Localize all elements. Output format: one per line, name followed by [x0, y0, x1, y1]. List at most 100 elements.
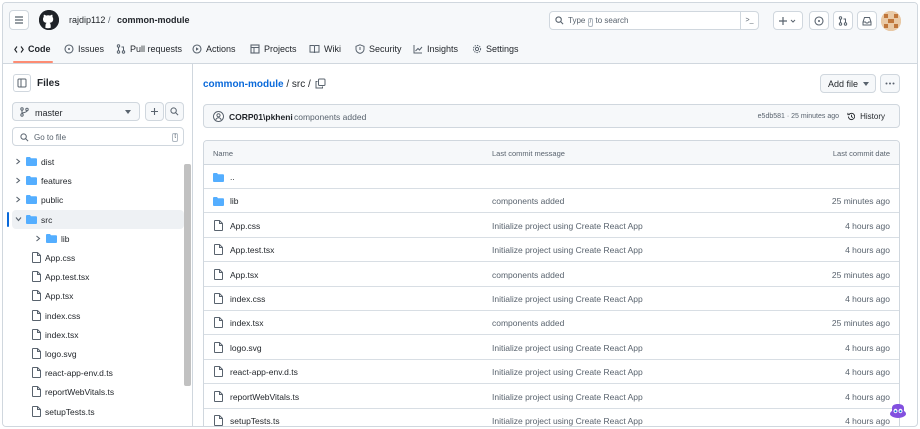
commit-message-link[interactable]: components added [492, 318, 564, 328]
tab-code[interactable]: Code [14, 44, 51, 54]
copy-path-icon[interactable] [315, 78, 326, 89]
tree-file[interactable]: reportWebVitals.ts [12, 382, 184, 401]
table-row[interactable]: reportWebVitals.ts Initialize project usi… [204, 385, 899, 409]
file-name-link[interactable]: logo.svg [230, 343, 262, 353]
inbox-icon[interactable] [857, 11, 877, 30]
chevron-right-icon[interactable] [15, 158, 21, 165]
file-name-link[interactable]: index.css [230, 294, 265, 304]
file-icon [214, 366, 223, 378]
table-row[interactable]: logo.svg Initialize project using Create … [204, 336, 899, 360]
user-avatar[interactable] [881, 11, 901, 31]
tree-folder-features[interactable]: features [12, 171, 184, 190]
branch-selector[interactable]: master [12, 102, 140, 121]
file-name-link[interactable]: App.tsx [230, 270, 258, 280]
add-file-icon[interactable] [145, 102, 164, 121]
tree-file[interactable]: logo.svg [12, 344, 184, 363]
commit-author[interactable]: CORP01\pkheni [229, 112, 293, 122]
tab-code-label: Code [28, 44, 51, 54]
tree-item-label: index.tsx [45, 329, 79, 340]
chevron-right-icon[interactable] [15, 177, 21, 184]
commit-message-link[interactable]: Initialize project using Create React Ap… [492, 392, 643, 402]
table-row[interactable]: App.css Initialize project using Create R… [204, 214, 899, 238]
file-name-link[interactable]: App.test.tsx [230, 245, 274, 255]
repo-owner-link[interactable]: rajdip112 [69, 15, 105, 25]
command-palette-button[interactable]: >_ [740, 12, 758, 29]
file-name-link[interactable]: lib [230, 196, 239, 206]
chevron-right-icon[interactable] [15, 196, 21, 203]
table-row[interactable]: lib components added 25 minutes ago [204, 189, 899, 214]
file-name-link[interactable]: setupTests.ts [230, 416, 280, 426]
table-row[interactable]: .. [204, 165, 899, 189]
tree-folder-src[interactable]: src [7, 209, 184, 229]
chevron-right-icon[interactable] [35, 235, 41, 242]
file-name-link[interactable]: react-app-env.d.ts [230, 367, 298, 377]
tab-projects[interactable]: Projects [250, 44, 297, 54]
commit-hash-time[interactable]: e5db581 · 25 minutes ago [758, 113, 839, 120]
tree-file[interactable]: App.test.tsx [12, 267, 184, 286]
tab-issues[interactable]: Issues [64, 44, 104, 54]
tree-file[interactable]: index.tsx [12, 325, 184, 344]
tree-item-label: reportWebVitals.ts [45, 387, 115, 398]
tree-file[interactable]: index.css [12, 306, 184, 325]
commit-message-link[interactable]: components added [492, 270, 564, 280]
files-heading: Files [37, 78, 60, 89]
tree-file[interactable]: App.tsx [12, 286, 184, 305]
file-name-link[interactable]: index.tsx [230, 318, 264, 328]
file-name-link[interactable]: .. [230, 172, 235, 182]
file-name-link[interactable]: reportWebVitals.ts [230, 392, 299, 402]
user-avatar-icon[interactable] [213, 111, 224, 122]
commit-message-link[interactable]: components added [492, 196, 564, 206]
tree-folder-public[interactable]: public [12, 190, 184, 209]
issues-header-icon[interactable] [809, 11, 829, 30]
tab-wiki[interactable]: Wiki [309, 44, 341, 54]
commit-message-link[interactable]: Initialize project using Create React Ap… [492, 416, 643, 426]
go-to-file-input[interactable]: Go to file t [12, 127, 184, 146]
table-row[interactable]: setupTests.ts Initialize project using Cr… [204, 409, 899, 426]
tree-file[interactable]: react-app-env.d.ts [12, 363, 184, 382]
search-placeholder-prefix: Type [568, 16, 586, 25]
history-link[interactable]: History [860, 112, 885, 121]
branch-name: master [35, 108, 63, 118]
go-to-file-shortcut: t [172, 133, 178, 142]
repo-name-link[interactable]: common-module [117, 15, 190, 25]
sidebar-collapse-icon[interactable] [13, 74, 31, 92]
menu-icon[interactable] [9, 10, 29, 30]
commit-message-link[interactable]: Initialize project using Create React Ap… [492, 294, 643, 304]
add-file-button[interactable]: Add file [820, 74, 876, 93]
commit-message[interactable]: components added [294, 112, 366, 122]
tree-item-label: App.css [45, 253, 76, 263]
table-row[interactable]: index.css Initialize project using Create… [204, 287, 899, 311]
table-row[interactable]: index.tsx components added 25 minutes ago [204, 311, 899, 336]
table-row[interactable]: react-app-env.d.ts Initialize project usi… [204, 360, 899, 385]
commit-date: 25 minutes ago [831, 318, 890, 329]
tree-item-label: react-app-env.d.ts [45, 368, 113, 379]
tab-pull-requests[interactable]: Pull requests [116, 44, 182, 54]
commit-message-link[interactable]: Initialize project using Create React Ap… [492, 367, 643, 377]
commit-message-link[interactable]: Initialize project using Create React Ap… [492, 343, 643, 353]
copilot-icon[interactable] [887, 400, 909, 422]
chevron-down-icon[interactable] [15, 216, 22, 222]
github-logo-icon[interactable] [39, 10, 59, 30]
commit-message-link[interactable]: Initialize project using Create React Ap… [492, 245, 643, 255]
file-name-link[interactable]: App.css [230, 221, 260, 231]
create-new-button[interactable] [773, 11, 803, 30]
sidebar-scrollbar[interactable] [184, 164, 191, 386]
tab-settings[interactable]: Settings [472, 44, 519, 54]
tab-actions[interactable]: Actions [192, 44, 236, 54]
more-options-icon[interactable] [880, 74, 900, 93]
table-row[interactable]: App.tsx components added 25 minutes ago [204, 263, 899, 287]
table-row[interactable]: App.test.tsx Initialize project using Cre… [204, 238, 899, 263]
commit-message-link[interactable]: Initialize project using Create React Ap… [492, 221, 643, 231]
tree-folder-lib[interactable]: lib [12, 229, 184, 248]
search-files-icon[interactable] [165, 102, 184, 121]
breadcrumb-repo-link[interactable]: common-module [203, 79, 284, 90]
tab-security[interactable]: Security [355, 44, 402, 54]
tab-insights[interactable]: Insights [413, 44, 458, 54]
tree-folder-dist[interactable]: dist [12, 152, 184, 171]
tree-file[interactable]: setupTests.ts [12, 402, 184, 421]
pull-requests-header-icon[interactable] [833, 11, 853, 30]
commit-date: 25 minutes ago [831, 269, 890, 280]
global-search-input[interactable]: Type / to search >_ [549, 11, 759, 30]
tree-file[interactable]: App.css [12, 248, 184, 267]
column-date-header: Last commit date [832, 149, 890, 158]
